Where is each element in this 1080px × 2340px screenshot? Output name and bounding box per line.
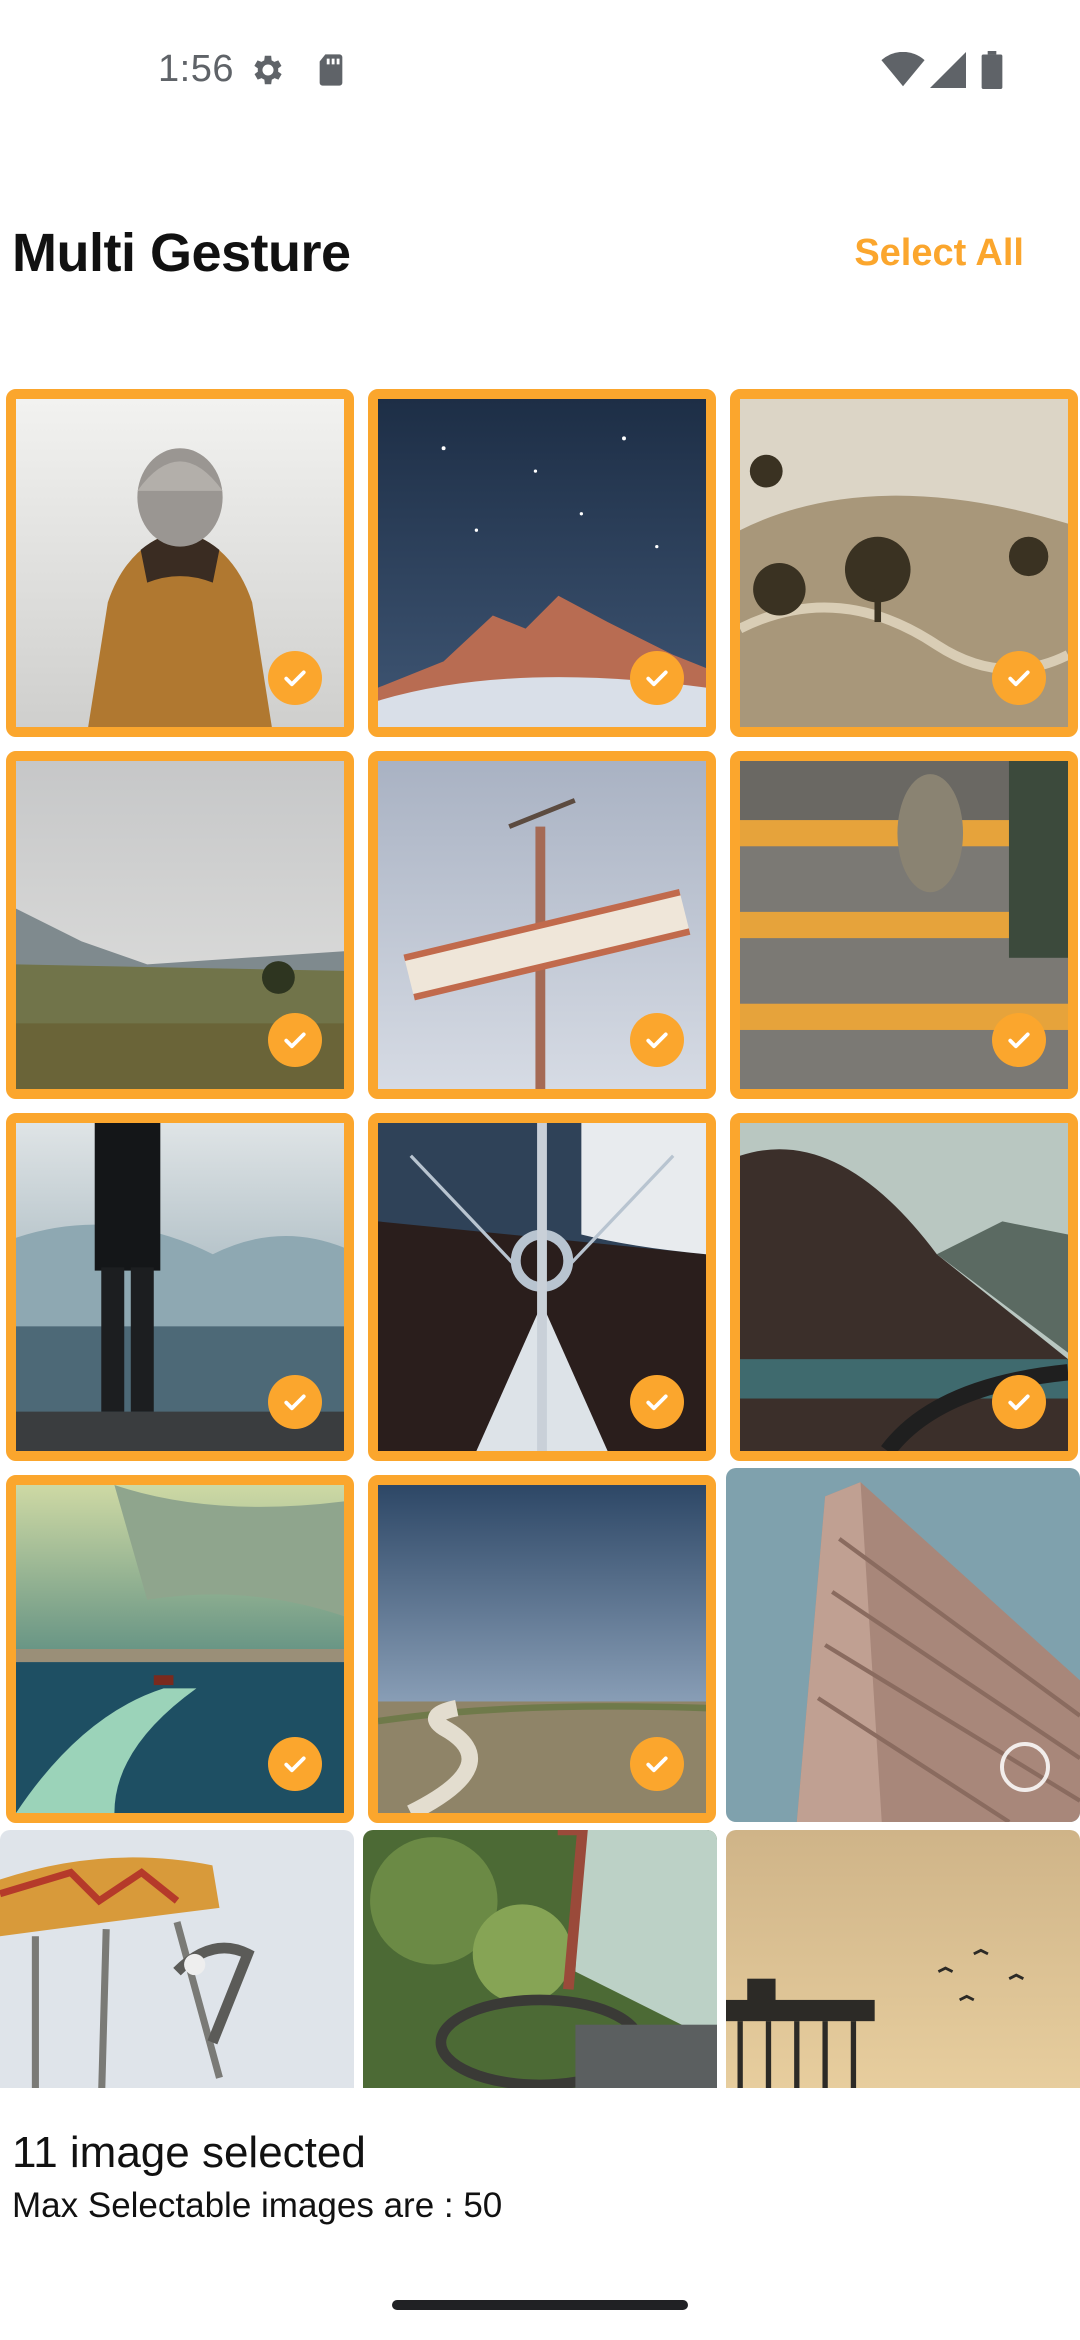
image-tile-starry-mountain[interactable] (368, 389, 716, 737)
image-tile-person-pier[interactable] (6, 1113, 354, 1461)
image-grid[interactable] (0, 386, 1080, 2088)
selected-check-icon (630, 1375, 684, 1429)
status-time: 1:56 (158, 48, 234, 90)
screen: 1:56 Multi Gesture Select All 11 image s… (0, 0, 1080, 2340)
selected-check-icon (992, 1013, 1046, 1067)
image-tile-dirt-road[interactable] (368, 1475, 716, 1823)
photo (726, 1830, 1080, 2088)
image-tile-motel-sign[interactable] (368, 751, 716, 1099)
image-tile-yellow-stairs[interactable] (730, 751, 1078, 1099)
sd-card-icon (314, 50, 348, 90)
page-title: Multi Gesture (12, 223, 351, 283)
selected-check-icon (268, 651, 322, 705)
settings-icon (248, 50, 288, 90)
selected-check-icon (992, 651, 1046, 705)
gesture-nav-handle[interactable] (392, 2300, 688, 2310)
selected-count-text: 11 image selected (12, 2128, 366, 2177)
unselected-circle-icon (1000, 1742, 1050, 1792)
image-tile-sailboat[interactable] (368, 1113, 716, 1461)
max-selectable-text: Max Selectable images are : 50 (12, 2186, 503, 2225)
image-tile-flatiron[interactable] (726, 1468, 1080, 1822)
wifi-icon (880, 50, 926, 90)
image-tile-mountain-road[interactable] (730, 1113, 1078, 1461)
image-tile-grassy-valley[interactable] (6, 751, 354, 1099)
image-tile-sepia-hills[interactable] (730, 389, 1078, 737)
cellular-signal-icon (928, 50, 968, 90)
photo (363, 1830, 717, 2088)
selected-check-icon (268, 1737, 322, 1791)
status-bar: 1:56 (0, 0, 1080, 140)
selected-check-icon (268, 1375, 322, 1429)
photo (0, 1830, 354, 2088)
selected-check-icon (992, 1375, 1046, 1429)
image-tile-person-beanie[interactable] (6, 389, 354, 737)
selected-check-icon (630, 1737, 684, 1791)
selected-check-icon (630, 1013, 684, 1067)
image-tile-pier-sunset[interactable] (726, 1830, 1080, 2088)
image-tile-old-truck[interactable] (363, 1830, 717, 2088)
selected-check-icon (630, 651, 684, 705)
image-tile-bicycle[interactable] (0, 1830, 354, 2088)
selected-check-icon (268, 1013, 322, 1067)
image-tile-boat-wake[interactable] (6, 1475, 354, 1823)
select-all-button[interactable]: Select All (854, 232, 1024, 275)
battery-icon (980, 50, 1004, 90)
